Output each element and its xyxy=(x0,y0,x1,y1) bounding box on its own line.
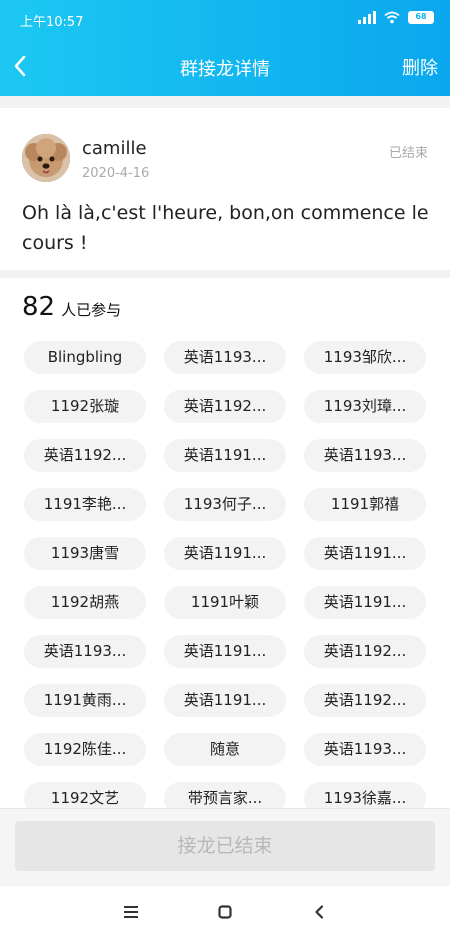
participant-tag: 英语1192... xyxy=(304,684,426,717)
battery-icon: 68 xyxy=(408,11,434,24)
participant-tag: Blingbling xyxy=(24,341,146,374)
participants-section: 82 人已参与 Blingbling 英语1193... 1193邹欣... 1192… xyxy=(0,278,450,808)
delete-button[interactable]: 删除 xyxy=(402,54,438,80)
participant-tag: 1192胡燕 xyxy=(24,586,146,619)
avatar[interactable] xyxy=(22,134,70,182)
signal-icon xyxy=(358,11,376,24)
participant-count: 82 人已参与 xyxy=(22,292,121,322)
participant-tag: 英语1193... xyxy=(164,341,286,374)
ended-button[interactable]: 接龙已结束 xyxy=(15,821,435,871)
participant-tag: 带预言家... xyxy=(164,782,286,808)
bottom-bar: 接龙已结束 xyxy=(0,808,450,886)
participant-tag: 1191李艳... xyxy=(24,488,146,521)
participant-tag: 英语1193... xyxy=(24,635,146,668)
title-bar: 群接龙详情 删除 xyxy=(0,38,450,96)
participant-tag: 英语1191... xyxy=(304,537,426,570)
participant-tag: 英语1191... xyxy=(304,586,426,619)
participant-tag: 英语1191... xyxy=(164,684,286,717)
participant-tag: 1192张璇 xyxy=(24,390,146,423)
participant-tag: 英语1191... xyxy=(164,635,286,668)
participant-tag: 1192文艺 xyxy=(24,782,146,808)
post-card: camille 2020-4-16 已结束 Oh là là,c'est l'h… xyxy=(0,108,450,270)
participant-tag: 英语1192... xyxy=(304,635,426,668)
participant-tag: 1193刘璋... xyxy=(304,390,426,423)
participant-tag: 英语1192... xyxy=(164,390,286,423)
participant-tag: 1191叶颖 xyxy=(164,586,286,619)
status-label: 已结束 xyxy=(388,146,428,161)
participant-tag: 英语1191... xyxy=(164,537,286,570)
participant-tag: 1192陈佳... xyxy=(24,733,146,766)
system-nav-bar xyxy=(0,886,450,938)
back-icon[interactable] xyxy=(307,900,331,924)
status-icons: 68 xyxy=(358,11,434,24)
home-icon[interactable] xyxy=(213,900,237,924)
participant-tag: 英语1192... xyxy=(24,439,146,472)
participant-count-label: 人已参与 xyxy=(61,301,122,319)
participant-tag: 英语1191... xyxy=(164,439,286,472)
participant-tag: 随意 xyxy=(164,733,286,766)
participant-tags: Blingbling 英语1193... 1193邹欣... 1192张璇 英语1192… xyxy=(24,341,428,808)
participant-tag: 1191郭禧 xyxy=(304,488,426,521)
participant-tag: 英语1193... xyxy=(304,439,426,472)
wifi-icon xyxy=(384,11,400,24)
participant-tag: 1193徐嘉... xyxy=(304,782,426,808)
participant-tag: 1193何子... xyxy=(164,488,286,521)
page-title: 群接龙详情 xyxy=(180,59,270,80)
menu-icon[interactable] xyxy=(119,900,143,924)
status-time: 上午10:57 xyxy=(20,15,84,30)
status-bar: 上午10:57 68 xyxy=(0,0,450,38)
participant-tag: 1191黄雨... xyxy=(24,684,146,717)
participant-count-number: 82 xyxy=(22,292,56,322)
post-date: 2020-4-16 xyxy=(82,166,150,181)
username: camille xyxy=(82,138,147,159)
participant-tag: 英语1193... xyxy=(304,733,426,766)
header: 上午10:57 68 群接龙详情 删除 xyxy=(0,0,450,96)
participant-tag: 1193唐雪 xyxy=(24,537,146,570)
post-content: Oh là là,c'est l'heure, bon,on commence … xyxy=(22,202,429,254)
participant-tag: 1193邹欣... xyxy=(304,341,426,374)
